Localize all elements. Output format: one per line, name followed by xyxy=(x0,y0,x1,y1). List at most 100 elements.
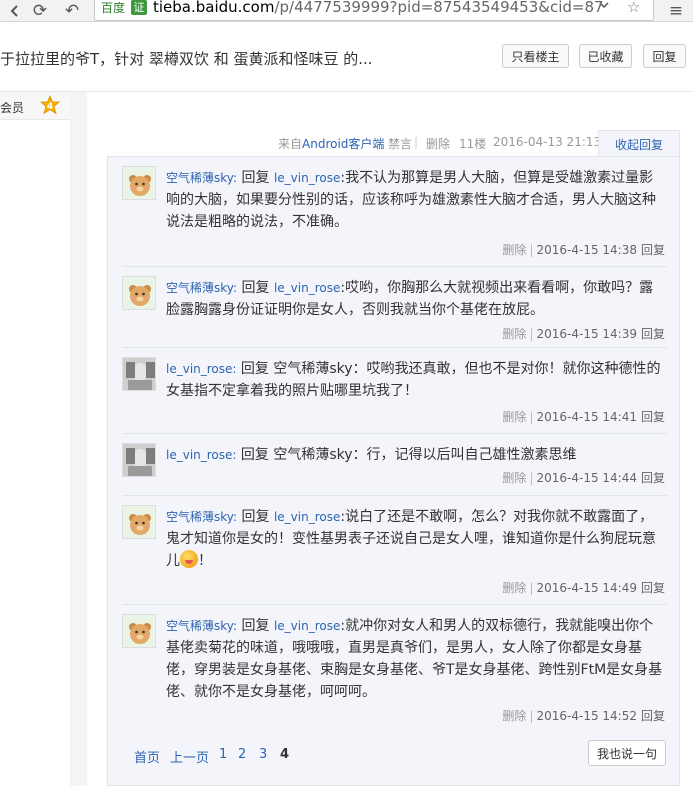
reply-username[interactable]: le_vin_rose: xyxy=(166,362,236,376)
reply-delete-link[interactable]: 删除 xyxy=(502,243,526,257)
thread-title[interactable]: 于拉拉里的爷T，针对 翠樽双饮 和 蛋黄派和怪味豆 的... xyxy=(0,48,400,69)
dropdown-arrow-shape xyxy=(599,2,609,9)
reply-username[interactable]: le_vin_rose: xyxy=(166,448,236,462)
page-first-link[interactable]: 首页 xyxy=(134,747,160,766)
reply-item: le_vin_rose: 回复 空气稀薄sky：行，记得以后叫自己雄性激素思维 … xyxy=(122,433,667,493)
reply-date: 2016-4-15 14:39 xyxy=(536,327,637,341)
reload-icon[interactable]: ⟳ xyxy=(29,0,51,22)
bear-avatar[interactable] xyxy=(122,166,156,200)
delete-link[interactable]: 删除 xyxy=(426,135,450,152)
reply-text: :我不认为那算是男人大脑，但算是受雄激素过量影响的大脑，如果要分性别的话，应该称… xyxy=(166,170,656,230)
reply-panel: 空气稀薄sky: 回复 le_vin_rose:我不认为那算是男人大脑，但算是受… xyxy=(107,156,680,786)
member-label: 会员 xyxy=(0,101,25,115)
reply-button[interactable]: 回复 xyxy=(643,44,686,68)
post-tail: 来自Android客户端 禁言 | 删除 11楼 2016-04-13 21:1… xyxy=(87,130,693,157)
reply-meta: 删除 | 2016-4-15 14:38 回复 xyxy=(502,241,665,258)
collapse-replies-button[interactable]: 收起回复 xyxy=(598,130,680,157)
floor-number: 11楼 xyxy=(459,137,487,151)
reply-target-user[interactable]: le_vin_rose xyxy=(274,510,340,524)
author-sidebar: 会员 4 xyxy=(0,92,70,786)
photo-avatar-shape xyxy=(123,444,155,476)
undo-icon[interactable]: ↶ xyxy=(61,0,83,22)
reply-target-user[interactable]: 空气稀薄sky xyxy=(273,447,352,463)
reply-username[interactable]: 空气稀薄sky: xyxy=(166,171,237,185)
reply-date: 2016-4-15 14:41 xyxy=(536,410,637,424)
reply-date: 2016-4-15 14:49 xyxy=(536,581,637,595)
address-bar[interactable]: 百度 证 tieba.baidu.com/p/4477539999?pid=87… xyxy=(94,0,654,21)
reply-date: 2016-4-15 14:44 xyxy=(536,471,637,485)
reply-username[interactable]: 空气稀薄sky: xyxy=(166,619,237,633)
reply-reply-link[interactable]: 回复 xyxy=(641,327,665,341)
reply-target-user[interactable]: le_vin_rose xyxy=(274,171,340,185)
bear-avatar[interactable] xyxy=(122,276,156,310)
reply-item: 空气稀薄sky: 回复 le_vin_rose:说白了还是不敢啊，怎么？对我你就… xyxy=(122,495,667,602)
reply-reply-link[interactable]: 回复 xyxy=(641,471,665,485)
reply-reply-link[interactable]: 回复 xyxy=(641,709,665,723)
reply-text-tail: ！ xyxy=(198,553,212,569)
reply-word: 回复 xyxy=(241,170,270,186)
reply-meta: 删除 | 2016-4-15 14:44 回复 xyxy=(502,469,665,486)
reply-reply-link[interactable]: 回复 xyxy=(641,410,665,424)
url-host: tieba.baidu.com xyxy=(153,0,275,16)
reply-word: 回复 xyxy=(241,509,270,525)
bear-avatar-shape xyxy=(123,615,155,647)
say-something-button[interactable]: 我也说一句 xyxy=(588,740,666,766)
favorited-button[interactable]: 已收藏 xyxy=(579,44,632,68)
reply-content: le_vin_rose: 回复 空气稀薄sky：哎哟我还真敢，但也不是对你！就你… xyxy=(166,358,666,402)
page-link-2[interactable]: 2 xyxy=(238,747,246,762)
reply-item: 空气稀薄sky: 回复 le_vin_rose:就冲你对女人和男人的双标德行，我… xyxy=(122,604,667,726)
reply-content: le_vin_rose: 回复 空气稀薄sky：行，记得以后叫自己雄性激素思维 xyxy=(166,444,666,466)
page-link-3[interactable]: 3 xyxy=(259,747,267,762)
source-link[interactable]: Android客户端 xyxy=(302,137,384,151)
bookmark-star-icon[interactable]: ☆ xyxy=(627,0,640,16)
reply-delete-link[interactable]: 删除 xyxy=(502,471,526,485)
reply-item: 空气稀薄sky: 回复 le_vin_rose:我不认为那算是男人大脑，但算是受… xyxy=(122,157,667,264)
reply-delete-link[interactable]: 删除 xyxy=(502,709,526,723)
level-badge-icon: 4 xyxy=(39,95,61,115)
mute-link[interactable]: 禁言 xyxy=(388,135,412,152)
separator: | xyxy=(529,581,534,595)
bear-avatar-shape xyxy=(123,277,155,309)
page-prev-link[interactable]: 上一页 xyxy=(170,747,209,766)
reply-word: 回复 xyxy=(240,447,269,463)
url-path: /p/4477539999?pid=87543549453&cid=87 xyxy=(274,0,604,16)
bear-avatar[interactable] xyxy=(122,505,156,539)
separator: | xyxy=(529,243,534,257)
reply-word: 回复 xyxy=(240,361,269,377)
reply-delete-link[interactable]: 删除 xyxy=(502,410,526,424)
reply-delete-link[interactable]: 删除 xyxy=(502,327,526,341)
reply-item: le_vin_rose: 回复 空气稀薄sky：哎哟我还真敢，但也不是对你！就你… xyxy=(122,347,667,430)
reply-target-user[interactable]: le_vin_rose xyxy=(274,281,340,295)
bear-avatar[interactable] xyxy=(122,614,156,648)
menu-icon[interactable]: ≡ xyxy=(665,0,687,22)
reply-word: 回复 xyxy=(241,280,270,296)
dropdown-icon[interactable] xyxy=(599,0,609,16)
photo-avatar[interactable] xyxy=(122,357,156,391)
browser-toolbar: ⟳ ↶ 百度 证 tieba.baidu.com/p/4477539999?pi… xyxy=(0,0,693,22)
photo-avatar[interactable] xyxy=(122,443,156,477)
reply-username[interactable]: 空气稀薄sky: xyxy=(166,281,237,295)
page-current: 4 xyxy=(280,747,290,762)
only-op-button[interactable]: 只看楼主 xyxy=(502,44,569,68)
reply-target-user[interactable]: 空气稀薄sky xyxy=(273,361,352,377)
reply-word: 回复 xyxy=(241,618,270,634)
reply-date: 2016-4-15 14:38 xyxy=(536,243,637,257)
reply-meta: 删除 | 2016-4-15 14:39 回复 xyxy=(502,325,665,342)
reply-text: ：行，记得以后叫自己雄性激素思维 xyxy=(352,447,577,463)
separator: | xyxy=(529,471,534,485)
reply-meta: 删除 | 2016-4-15 14:41 回复 xyxy=(502,408,665,425)
reply-reply-link[interactable]: 回复 xyxy=(641,243,665,257)
bear-avatar-shape xyxy=(123,506,155,538)
reply-reply-link[interactable]: 回复 xyxy=(641,581,665,595)
page-link-1[interactable]: 1 xyxy=(219,747,227,762)
url-text[interactable]: tieba.baidu.com/p/4477539999?pid=8754354… xyxy=(153,0,623,16)
reply-delete-link[interactable]: 删除 xyxy=(502,581,526,595)
reply-item: 空气稀薄sky: 回复 le_vin_rose:哎哟，你胸那么大就视频出来看看啊… xyxy=(122,266,667,344)
level-number: 4 xyxy=(47,102,53,112)
reply-username[interactable]: 空气稀薄sky: xyxy=(166,510,237,524)
back-icon[interactable] xyxy=(4,0,26,22)
reply-text: :说白了还是不敢啊，怎么？对我你就不敢露面了，鬼才知道你是女的！变性基男表子还说… xyxy=(166,509,656,569)
site-name-label: 百度 xyxy=(101,1,126,15)
reply-target-user[interactable]: le_vin_rose xyxy=(274,619,340,633)
back-arrow-shape xyxy=(10,5,18,17)
